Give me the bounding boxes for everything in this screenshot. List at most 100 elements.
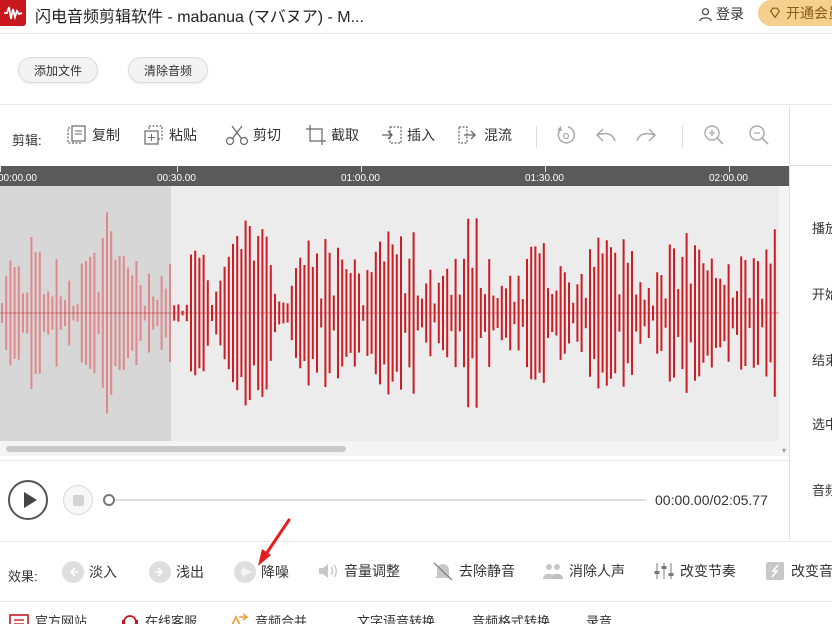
zoom-out-button[interactable] <box>748 124 770 146</box>
volume-adjust-label: 音量调整 <box>344 563 400 579</box>
trim-button[interactable]: 截取 <box>305 124 359 146</box>
online-service-link[interactable]: 在线客服 <box>120 611 197 624</box>
official-site-link[interactable]: 官方网站 <box>8 611 87 624</box>
mix-icon <box>458 126 476 144</box>
noise-reduction-button[interactable]: 降噪 <box>234 561 289 583</box>
noise-reduction-icon <box>234 561 256 583</box>
effects-label: 效果: <box>8 569 38 584</box>
mix-label: 混流 <box>484 127 512 143</box>
refresh-icon <box>557 126 576 144</box>
timeline-tick-label: 01:30.00 <box>525 173 564 184</box>
vip-button[interactable]: 开通会员 <box>758 0 832 26</box>
fade-out-label: 浅出 <box>176 564 204 580</box>
horizontal-scroll-thumb[interactable] <box>6 446 346 452</box>
file-actions-row: 添加文件 清除音频 <box>0 35 832 105</box>
remove-silence-button[interactable]: 去除静音 <box>432 561 515 581</box>
remove-vocals-label: 消除人声 <box>569 563 625 579</box>
people-icon <box>543 564 563 579</box>
timeline-tick-mark <box>729 166 730 172</box>
stop-button[interactable] <box>63 485 93 515</box>
record-link[interactable]: 录音 <box>586 611 612 624</box>
fade-in-icon <box>62 561 84 583</box>
headset-icon <box>122 614 138 624</box>
change-pitch-label: 改变音调 <box>791 563 832 579</box>
seek-knob[interactable] <box>103 494 115 506</box>
cut-button[interactable]: 剪切 <box>225 124 281 146</box>
right-panel-label-play: 播放 <box>812 221 832 236</box>
sliders-icon <box>654 563 674 579</box>
mute-bell-icon <box>433 562 453 581</box>
right-panel-label-start: 开始 <box>812 287 832 302</box>
trim-label: 截取 <box>331 127 359 143</box>
player-bar: 00:00.00/02:05.77 <box>0 460 789 540</box>
change-tempo-button[interactable]: 改变节奏 <box>653 561 736 581</box>
timeline-tick-label: 01:00.00 <box>341 173 380 184</box>
change-pitch-button[interactable]: 改变音调 <box>764 561 832 581</box>
user-icon <box>699 7 712 21</box>
fade-out-icon <box>149 561 171 583</box>
paste-label: 粘贴 <box>169 127 197 143</box>
timeline-tick-mark <box>0 166 1 172</box>
change-tempo-label: 改变节奏 <box>680 563 736 579</box>
timeline-tick-label: 00:30.00 <box>157 173 196 184</box>
timeline-tick-mark <box>545 166 546 172</box>
volume-adjust-button[interactable]: 音量调整 <box>317 561 400 581</box>
timeline-tick-label: 02:00.00 <box>709 173 748 184</box>
app-logo <box>0 0 26 26</box>
diamond-icon <box>769 7 781 19</box>
redo-icon <box>636 128 657 142</box>
seek-track[interactable] <box>110 499 646 501</box>
paste-button[interactable]: 粘贴 <box>143 124 197 146</box>
noise-reduction-label: 降噪 <box>261 564 289 580</box>
volume-icon <box>319 564 337 578</box>
paste-icon <box>144 125 163 145</box>
fade-in-button[interactable]: 淡入 <box>62 561 117 583</box>
vertical-scrollbar[interactable] <box>779 186 789 456</box>
login-button[interactable]: 登录 <box>698 4 744 24</box>
tts-link[interactable]: 文字语音转换 <box>357 611 435 624</box>
waveform-canvas[interactable] <box>0 186 779 441</box>
effects-bar: 效果: 淡入 浅出 降噪 音量调整 去除静音 消除人声 改变节奏 改变音 <box>0 541 832 601</box>
official-site-label: 官方网站 <box>35 614 88 624</box>
remove-vocals-button[interactable]: 消除人声 <box>542 561 625 581</box>
merge-icon <box>231 612 249 624</box>
waveform <box>0 212 779 414</box>
fade-in-label: 淡入 <box>89 564 117 580</box>
copy-button[interactable]: 复制 <box>66 124 120 146</box>
clear-audio-button[interactable]: 清除音频 <box>128 57 208 83</box>
pitch-icon <box>766 562 784 580</box>
time-readout: 00:00.00/02:05.77 <box>655 492 768 508</box>
redo-button[interactable] <box>635 124 657 146</box>
vip-label: 开通会员 <box>786 5 832 21</box>
right-panel-line <box>790 165 832 166</box>
undo-icon <box>595 128 616 142</box>
timeline-tick-label: 00:00.00 <box>0 173 37 184</box>
waveform-logo-icon <box>4 6 23 21</box>
zoom-in-button[interactable] <box>703 124 725 146</box>
timeline-tick-mark <box>177 166 178 172</box>
mix-button[interactable]: 混流 <box>458 124 512 146</box>
undo-button[interactable] <box>595 124 617 146</box>
zoom-out-icon <box>749 125 769 145</box>
format-convert-link[interactable]: 音频格式转换 <box>472 611 550 624</box>
add-file-button[interactable]: 添加文件 <box>18 57 98 83</box>
edit-label: 剪辑: <box>12 133 42 148</box>
online-service-label: 在线客服 <box>145 614 198 624</box>
right-panel-label-audio: 音频 <box>812 483 832 498</box>
login-label: 登录 <box>716 6 744 22</box>
reset-button[interactable] <box>555 124 577 146</box>
audio-merge-label: 音频合并 <box>255 614 308 624</box>
bottom-links-bar: 官方网站 在线客服 音频合并 文字语音转换 音频格式转换 录音 <box>0 601 832 624</box>
insert-button[interactable]: 插入 <box>381 124 435 146</box>
play-button[interactable] <box>8 480 48 520</box>
right-panel-label-end: 结束 <box>812 353 832 368</box>
scroll-right-arrow-icon[interactable]: ▾ <box>779 446 789 456</box>
window-title: 闪电音频剪辑软件 - mabanua (マバヌア) - M... <box>35 9 364 26</box>
cut-label: 剪切 <box>253 127 281 143</box>
website-icon <box>9 613 29 624</box>
scissors-icon <box>225 125 249 146</box>
right-panel-label-selected: 选中 <box>812 417 832 432</box>
fade-out-button[interactable]: 浅出 <box>149 561 204 583</box>
timeline-ruler[interactable]: 00:00.00 00:30.00 01:00.00 01:30.00 02:0… <box>0 166 789 186</box>
audio-merge-link[interactable]: 音频合并 <box>228 611 307 624</box>
